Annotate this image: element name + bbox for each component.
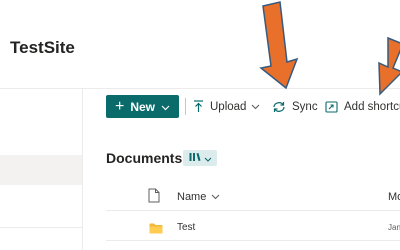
- column-header-modified[interactable]: Mo: [388, 191, 400, 203]
- column-header-row: Name Mo: [106, 188, 400, 208]
- upload-button-label: Upload: [210, 100, 247, 113]
- header-row-divider: [106, 210, 400, 211]
- library-view-button[interactable]: [183, 150, 217, 166]
- library-view-icon: [189, 149, 201, 167]
- sync-button[interactable]: Sync: [272, 95, 318, 118]
- row-name[interactable]: Test: [177, 222, 195, 233]
- left-nav-selected-item[interactable]: [0, 155, 82, 185]
- new-button[interactable]: + New: [106, 95, 179, 118]
- upload-button[interactable]: Upload: [193, 95, 260, 118]
- folder-icon: [149, 221, 163, 239]
- upload-icon: [193, 100, 204, 113]
- table-row[interactable]: Test Jan: [106, 214, 400, 240]
- column-header-name[interactable]: Name: [177, 191, 220, 203]
- site-title[interactable]: TestSite: [10, 38, 75, 58]
- shortcut-icon: [325, 100, 338, 113]
- row-modified: Jan: [388, 223, 400, 232]
- file-type-icon[interactable]: [148, 188, 160, 208]
- library-title: Documents: [106, 150, 183, 166]
- column-header-name-label: Name: [177, 191, 207, 203]
- sync-button-label: Sync: [292, 100, 318, 113]
- chevron-down-icon: [251, 101, 260, 113]
- arrow-to-add-shortcut: [378, 36, 400, 96]
- row-divider: [106, 240, 400, 241]
- chevron-down-icon: [161, 100, 170, 114]
- left-nav: [0, 89, 83, 250]
- chevron-down-icon: [204, 149, 212, 167]
- left-nav-divider: [0, 227, 82, 228]
- add-shortcut-button[interactable]: Add shortcut: [325, 95, 400, 118]
- toolbar-separator: [185, 98, 186, 115]
- plus-icon: +: [115, 97, 125, 115]
- arrow-to-sync: [259, 1, 299, 90]
- new-button-label: New: [130, 99, 156, 114]
- add-shortcut-button-label: Add shortcut: [344, 100, 400, 113]
- chevron-down-icon: [211, 191, 220, 203]
- sync-icon: [272, 101, 286, 113]
